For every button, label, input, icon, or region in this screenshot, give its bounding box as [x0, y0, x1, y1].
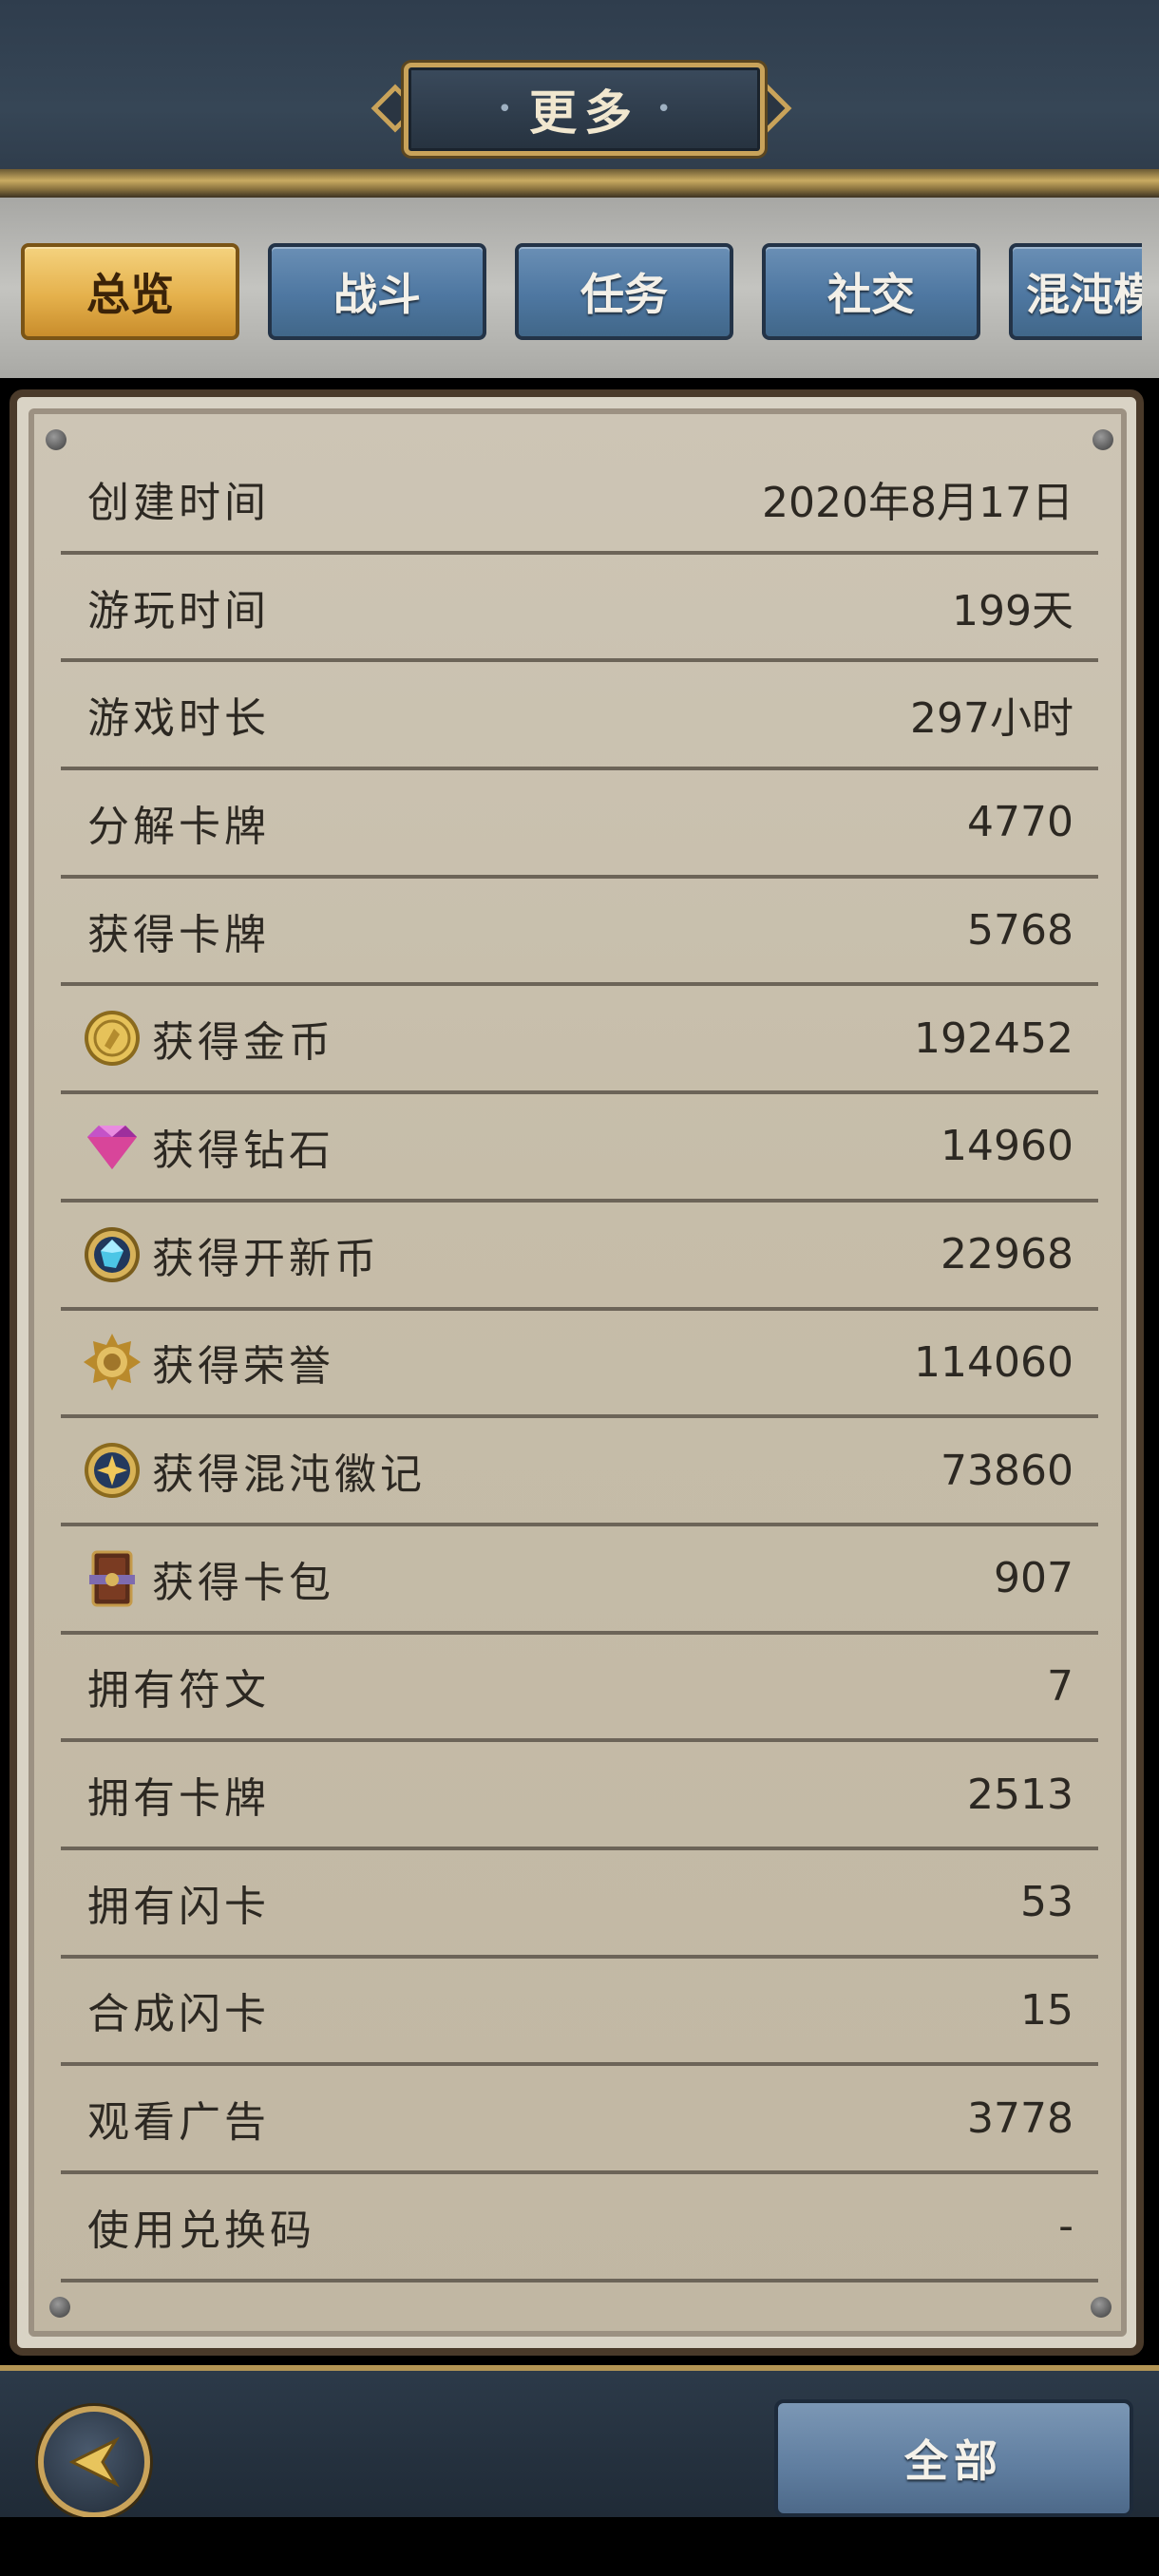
stat-row: 合成闪卡 15: [61, 1959, 1098, 2067]
tab-battle[interactable]: 战斗: [268, 243, 486, 340]
card-pack-icon: [89, 1550, 135, 1607]
stat-row: 游戏时长 297小时: [61, 662, 1098, 771]
tab-social[interactable]: 社交: [762, 243, 980, 340]
stat-row: 获得开新币 22968: [61, 1203, 1098, 1311]
title-dot-right: •: [656, 95, 672, 123]
stat-label: 获得卡牌: [87, 910, 270, 959]
honor-badge-icon: [84, 1334, 141, 1392]
stat-row: 拥有符文 7: [61, 1635, 1098, 1743]
stat-value: 7: [1047, 1661, 1074, 1711]
diamond-icon: [87, 1125, 137, 1169]
back-arrow-icon: [68, 2436, 120, 2488]
stat-label: 分解卡牌: [87, 802, 270, 851]
stat-row: 拥有闪卡 53: [61, 1850, 1098, 1959]
stat-value: 14960: [940, 1122, 1074, 1171]
stat-label: 获得荣誉: [152, 1342, 334, 1392]
stat-row: 获得混沌徽记 73860: [61, 1418, 1098, 1526]
stat-row: 创建时间 2020年8月17日: [61, 446, 1098, 555]
title-plate: • 更多 •: [404, 63, 765, 156]
stat-label-wrap: 获得卡包: [61, 1548, 994, 1609]
stat-row: 拥有卡牌 2513: [61, 1742, 1098, 1850]
stat-label: 合成闪卡: [87, 1990, 270, 2039]
page-title: 更多: [529, 85, 639, 141]
header-trim: [0, 169, 1159, 198]
stat-row: 游玩时间 199天: [61, 555, 1098, 663]
stat-label: 获得开新币: [152, 1234, 380, 1283]
stat-value: 192452: [914, 1013, 1074, 1063]
stat-value: 22968: [940, 1230, 1074, 1279]
tab-overview[interactable]: 总览: [21, 243, 239, 340]
stat-row: 分解卡牌 4770: [61, 770, 1098, 879]
stat-row: 获得卡牌 5768: [61, 879, 1098, 987]
stat-value: 907: [994, 1554, 1074, 1603]
stats-list: 创建时间 2020年8月17日 游玩时间 199天 游戏时长 297小时 分解卡…: [61, 446, 1098, 2282]
gold-coin-icon: [85, 1011, 140, 1067]
stat-row: 获得金币 192452: [61, 986, 1098, 1095]
tab-quests[interactable]: 任务: [515, 243, 733, 340]
stat-label: 拥有闪卡: [87, 1882, 270, 1931]
stat-row: 获得钻石 14960: [61, 1094, 1098, 1203]
stat-row: 使用兑换码 -: [61, 2174, 1098, 2282]
chaos-emblem-icon: [85, 1443, 140, 1499]
stat-value: 297小时: [910, 694, 1074, 744]
stat-label-wrap: 获得开新币: [61, 1224, 940, 1285]
stat-label: 观看广告: [87, 2098, 270, 2148]
stat-label-wrap: 获得混沌徽记: [61, 1440, 940, 1501]
rivet-bottom-left: [49, 2297, 70, 2318]
all-button[interactable]: 全部: [774, 2399, 1133, 2517]
stat-label-wrap: 获得钻石: [61, 1116, 940, 1177]
stat-row: 观看广告 3778: [61, 2066, 1098, 2174]
stat-label-wrap: 获得金币: [61, 1008, 914, 1069]
tab-list: 总览 战斗 任务 社交 混沌模: [21, 243, 1142, 340]
stat-value: 114060: [914, 1337, 1074, 1387]
stat-label: 拥有卡牌: [87, 1774, 270, 1824]
stat-label-wrap: 获得荣誉: [61, 1332, 914, 1392]
stat-value: -: [1058, 2202, 1074, 2251]
stat-value: 2020年8月17日: [762, 478, 1074, 527]
stat-label: 获得金币: [152, 1018, 334, 1068]
stat-label: 获得卡包: [152, 1558, 334, 1607]
stat-label: 游戏时长: [87, 694, 270, 744]
stat-row: 获得卡包 907: [61, 1526, 1098, 1635]
system-bar: [0, 2517, 1159, 2576]
stat-row: 获得荣誉 114060: [61, 1311, 1098, 1419]
stat-value: 4770: [967, 798, 1074, 847]
stat-value: 5768: [967, 906, 1074, 956]
stat-label: 获得混沌徽记: [152, 1450, 426, 1500]
stat-value: 53: [1020, 1878, 1074, 1927]
stat-label: 创建时间: [87, 478, 270, 527]
back-button[interactable]: [38, 2406, 150, 2518]
stat-label: 游玩时间: [87, 586, 270, 635]
stat-label: 拥有符文: [87, 1666, 270, 1715]
stat-value: 3778: [967, 2093, 1074, 2143]
rivet-bottom-right: [1091, 2297, 1112, 2318]
stat-value: 2513: [967, 1770, 1074, 1819]
title-dot-left: •: [497, 95, 512, 123]
stat-value: 15: [1020, 1985, 1074, 2035]
stat-value: 199天: [952, 586, 1074, 635]
stat-label: 获得钻石: [152, 1126, 334, 1175]
gem-coin-icon: [85, 1226, 140, 1282]
stat-label: 使用兑换码: [87, 2206, 315, 2255]
stat-value: 73860: [940, 1446, 1074, 1495]
tab-chaos[interactable]: 混沌模: [1009, 243, 1142, 340]
